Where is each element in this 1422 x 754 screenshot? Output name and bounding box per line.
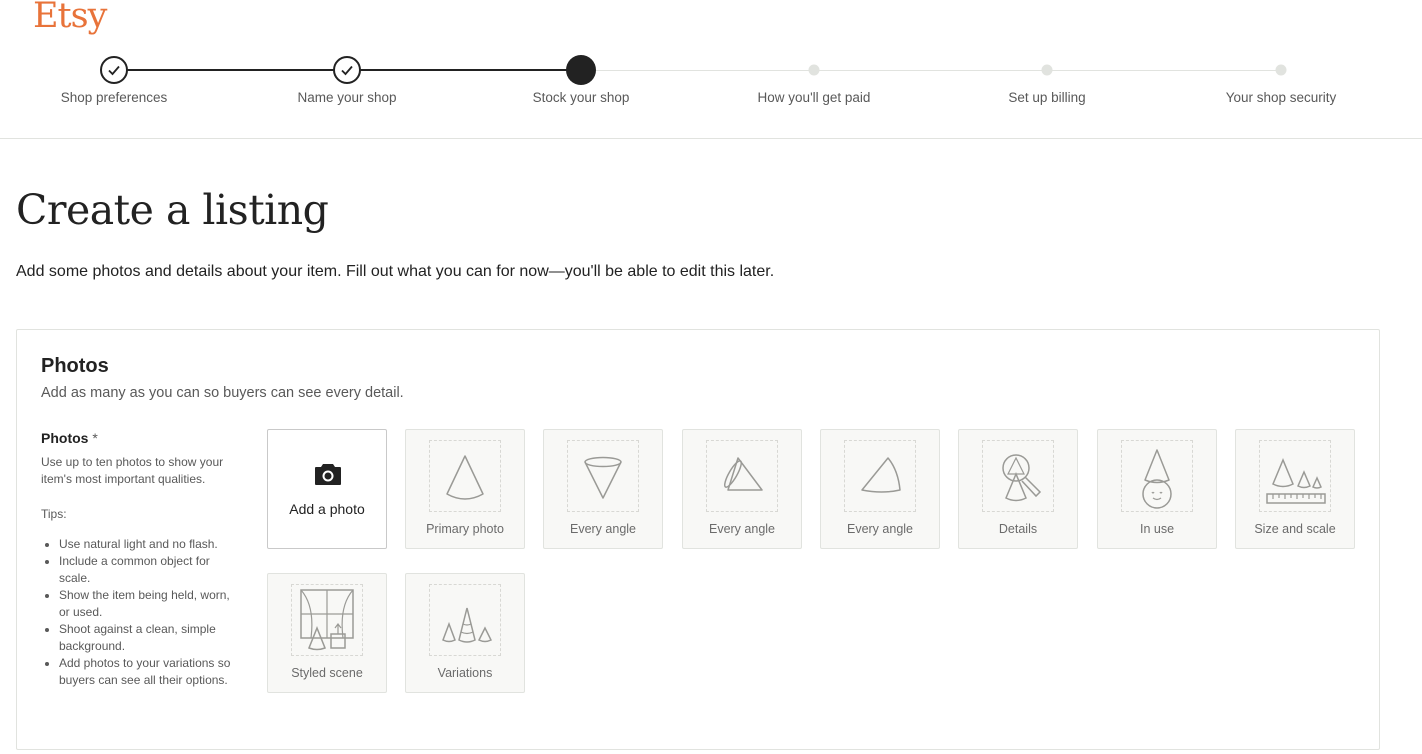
magnifier-cone-icon — [1002, 454, 1042, 502]
cone-hat-face-icon — [1142, 449, 1172, 509]
side-cone-icon — [861, 457, 901, 493]
cone-icon — [446, 455, 484, 500]
add-photo-button[interactable]: Add a photo — [267, 429, 387, 549]
three-cones-icon — [442, 607, 493, 643]
slot-label: Details — [998, 522, 1038, 536]
photo-slot-variations[interactable]: Variations — [405, 573, 525, 693]
step-label: Set up billing — [1008, 90, 1086, 105]
ruler-cones-icon — [1266, 458, 1326, 504]
slot-label: Variations — [437, 666, 493, 680]
slot-label: Every angle — [569, 522, 636, 536]
photo-slot-styled-scene[interactable]: Styled scene — [267, 573, 387, 693]
pending-step-dot — [808, 64, 820, 76]
step-label: Shop preferences — [60, 90, 168, 105]
step-label: Stock your shop — [532, 90, 630, 105]
check-icon — [333, 56, 361, 84]
step-label: Name your shop — [297, 90, 397, 105]
photos-section: Photos Add as many as you can so buyers … — [16, 329, 1380, 750]
tips-list: Use natural light and no flash. Include … — [41, 536, 241, 689]
step-label: Your shop security — [1225, 90, 1337, 105]
pending-step-dot — [1275, 64, 1287, 76]
slot-label: Primary photo — [426, 522, 504, 536]
setup-progress: Shop preferences Name your shop Stock yo… — [0, 0, 1422, 139]
photo-slot-angle-1[interactable]: Every angle — [543, 429, 663, 549]
page-title: Create a listing — [16, 186, 329, 234]
slot-label: In use — [1139, 522, 1175, 536]
slot-label: Styled scene — [291, 666, 363, 680]
tip-item: Shoot against a clean, simple background… — [59, 621, 241, 655]
field-label: Photos * — [41, 430, 98, 446]
photo-slot-angle-2[interactable]: Every angle — [682, 429, 802, 549]
page-subtitle: Add some photos and details about your i… — [16, 263, 775, 280]
photo-slot-primary[interactable]: Primary photo — [405, 429, 525, 549]
photo-slot-size-scale[interactable]: Size and scale — [1235, 429, 1355, 549]
check-icon — [100, 56, 128, 84]
tips-label: Tips: — [41, 507, 67, 521]
current-step-dot — [566, 55, 596, 85]
photo-slot-details[interactable]: Details — [958, 429, 1078, 549]
inverted-cone-icon — [584, 456, 622, 499]
tilted-cone-icon — [723, 457, 763, 491]
progress-track-remaining — [581, 70, 1281, 71]
slot-label: Every angle — [708, 522, 775, 536]
pending-step-dot — [1041, 64, 1053, 76]
section-subtitle: Add as many as you can so buyers can see… — [41, 385, 404, 401]
tip-item: Include a common object for scale. — [59, 553, 241, 587]
photo-slot-angle-3[interactable]: Every angle — [820, 429, 940, 549]
required-mark: * — [92, 430, 98, 446]
section-title: Photos — [41, 355, 109, 377]
camera-icon — [315, 464, 341, 485]
window-scene-icon — [300, 589, 354, 651]
photo-slot-in-use[interactable]: In use — [1097, 429, 1217, 549]
add-photo-label: Add a photo — [289, 501, 365, 517]
step-label: How you'll get paid — [757, 90, 871, 105]
tip-item: Add photos to your variations so buyers … — [59, 655, 241, 689]
tip-item: Show the item being held, worn, or used. — [59, 587, 241, 621]
photos-help: Photos * Use up to ten photos to show yo… — [41, 430, 241, 689]
slot-label: Every angle — [846, 522, 913, 536]
slot-label: Size and scale — [1254, 522, 1336, 536]
help-text: Use up to ten photos to show your item's… — [41, 455, 224, 486]
tip-item: Use natural light and no flash. — [59, 536, 241, 553]
